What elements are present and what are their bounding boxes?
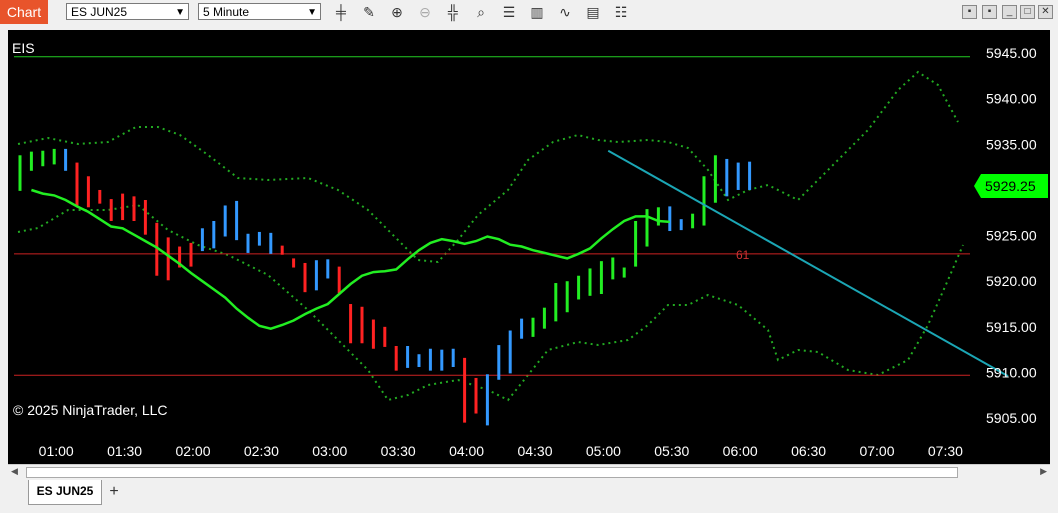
data-box-icon[interactable]: ⌕ <box>472 3 490 21</box>
pencil-icon[interactable]: ✎ <box>360 3 378 21</box>
crosshair-icon[interactable]: ╬ <box>444 3 462 21</box>
add-tab-button[interactable]: + <box>104 482 124 502</box>
upper-band-line <box>17 70 959 264</box>
bar-annotation: 61 <box>736 248 750 262</box>
copyright-text: © 2025 NinjaTrader, LLC <box>13 402 168 418</box>
lower-band-line <box>17 203 964 402</box>
pin-button[interactable]: ▪ <box>982 5 997 19</box>
price-tick-label: 5945.00 <box>986 45 1037 61</box>
time-tick-label: 07:00 <box>859 443 894 459</box>
indicators-icon[interactable]: ▥ <box>528 3 546 21</box>
minimize-button[interactable]: _ <box>1002 5 1017 19</box>
price-tick-label: 5920.00 <box>986 273 1037 289</box>
chart-panel[interactable]: 5945.005940.005935.005930.005925.005920.… <box>8 30 1050 464</box>
strategies-icon[interactable]: ∿ <box>556 3 574 21</box>
time-tick-label: 02:00 <box>175 443 210 459</box>
price-tick-label: 5910.00 <box>986 364 1037 380</box>
interval-select[interactable]: 5 Minute ▼ <box>198 3 321 20</box>
time-tick-label: 04:00 <box>449 443 484 459</box>
templates-icon[interactable]: ▤ <box>584 3 602 21</box>
horizontal-scrollbar[interactable]: ◀ ▶ <box>8 464 1050 480</box>
price-chart[interactable]: 5945.005940.005935.005930.005925.005920.… <box>8 30 1050 464</box>
chart-window-tab[interactable]: Chart <box>0 0 48 24</box>
price-tick-label: 5915.00 <box>986 319 1037 335</box>
scroll-right-icon[interactable]: ▶ <box>1040 466 1047 477</box>
time-tick-label: 01:30 <box>107 443 142 459</box>
price-tick-label: 5940.00 <box>986 91 1037 107</box>
level-lines <box>14 56 970 376</box>
instrument-select[interactable]: ES JUN25 ▼ <box>66 3 189 20</box>
tab-es-jun25[interactable]: ES JUN25 <box>28 480 102 505</box>
scrollbar-thumb[interactable] <box>26 467 958 478</box>
zoom-out-icon[interactable]: ⊖ <box>416 3 434 21</box>
time-axis[interactable]: 01:00 01:30 02:00 02:30 03:00 03:30 04:00 04:30… <box>39 443 963 459</box>
time-tick-label: 06:30 <box>791 443 826 459</box>
properties-icon[interactable]: ☰ <box>500 3 518 21</box>
interval-select-value: 5 Minute <box>203 5 250 19</box>
price-tick-label: 5935.00 <box>986 136 1037 152</box>
time-tick-label: 01:00 <box>39 443 74 459</box>
price-bars <box>18 148 752 426</box>
chart-toolbar: Chart ES JUN25 ▼ 5 Minute ▼ ╪ ✎ ⊕ ⊖ ╬ ⌕ … <box>0 0 1058 24</box>
window-icon[interactable]: ☷ <box>612 3 630 21</box>
trend-line-group[interactable] <box>607 149 1009 377</box>
current-price-label: 5929.25 <box>985 178 1036 194</box>
bar-type-icon[interactable]: ╪ <box>332 3 350 21</box>
time-tick-label: 06:00 <box>723 443 758 459</box>
price-axis[interactable]: 5945.005940.005935.005930.005925.005920.… <box>986 45 1037 426</box>
scroll-left-icon[interactable]: ◀ <box>11 466 18 477</box>
time-tick-label: 03:30 <box>381 443 416 459</box>
chevron-down-icon: ▼ <box>307 7 317 18</box>
instrument-label: EIS <box>12 40 35 56</box>
time-tick-label: 05:00 <box>586 443 621 459</box>
time-tick-label: 02:30 <box>244 443 279 459</box>
time-tick-label: 04:30 <box>517 443 552 459</box>
price-tick-label: 5905.00 <box>986 410 1037 426</box>
instrument-select-value: ES JUN25 <box>71 5 128 19</box>
current-price-marker: 5929.25 <box>974 174 1048 198</box>
price-tick-label: 5925.00 <box>986 228 1037 244</box>
chevron-down-icon: ▼ <box>175 7 185 18</box>
time-tick-label: 05:30 <box>654 443 689 459</box>
close-button[interactable]: ✕ <box>1038 5 1053 19</box>
time-tick-label: 07:30 <box>928 443 963 459</box>
zoom-in-icon[interactable]: ⊕ <box>388 3 406 21</box>
trend-line <box>607 149 1009 377</box>
maximize-button[interactable]: □ <box>1020 5 1035 19</box>
minimize-all-button[interactable]: ▪ <box>962 5 977 19</box>
time-tick-label: 03:00 <box>312 443 347 459</box>
